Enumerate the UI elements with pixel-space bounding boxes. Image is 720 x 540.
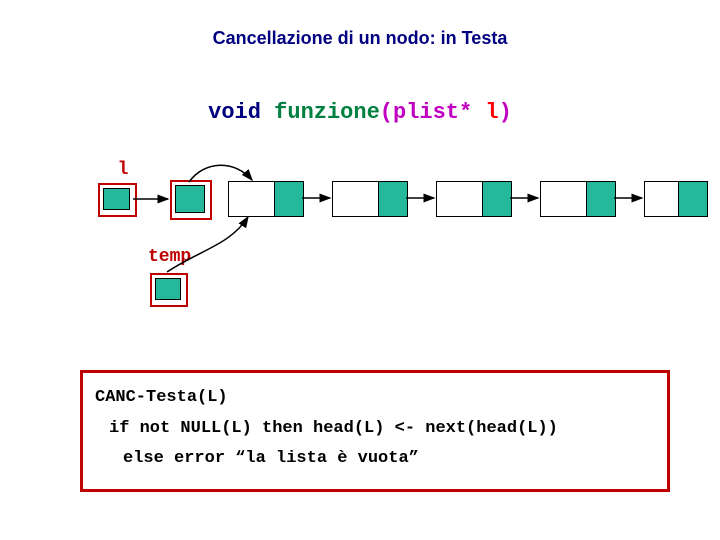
rparen: )	[499, 100, 512, 125]
list-node	[540, 181, 616, 217]
list-node	[332, 181, 408, 217]
node-next	[275, 182, 303, 216]
head-node-cell	[175, 185, 205, 213]
linked-list-diagram: l temp	[0, 155, 720, 365]
pseudo-line-3: else error “la lista è vuota”	[95, 444, 655, 475]
node-data	[229, 182, 275, 216]
node-next	[587, 182, 615, 216]
l-pointer-label: l	[98, 160, 148, 180]
pointer-star: *	[459, 100, 472, 125]
node-next	[483, 182, 511, 216]
temp-pointer-cell	[155, 278, 181, 300]
temp-pointer-label: temp	[148, 247, 191, 267]
function-name: funzione	[274, 100, 380, 125]
list-node	[228, 181, 304, 217]
param-type: plist	[393, 100, 459, 125]
l-pointer-cell	[103, 188, 130, 210]
keyword-void: void	[208, 100, 261, 125]
pseudocode-box: CANC-Testa(L) if not NULL(L) then head(L…	[80, 370, 670, 492]
node-next	[379, 182, 407, 216]
node-data	[541, 182, 587, 216]
diagram-title: Cancellazione di un nodo: in Testa	[0, 28, 720, 49]
list-node	[436, 181, 512, 217]
list-node	[644, 181, 708, 217]
node-data	[437, 182, 483, 216]
pseudo-line-2: if not NULL(L) then head(L) <- next(head…	[95, 414, 655, 445]
function-signature: void funzione(plist* l)	[0, 100, 720, 125]
node-data	[645, 182, 679, 216]
param-var: l	[485, 100, 498, 125]
node-data	[333, 182, 379, 216]
lparen: (	[380, 100, 393, 125]
node-next	[679, 182, 707, 216]
pseudo-line-1: CANC-Testa(L)	[95, 383, 655, 414]
